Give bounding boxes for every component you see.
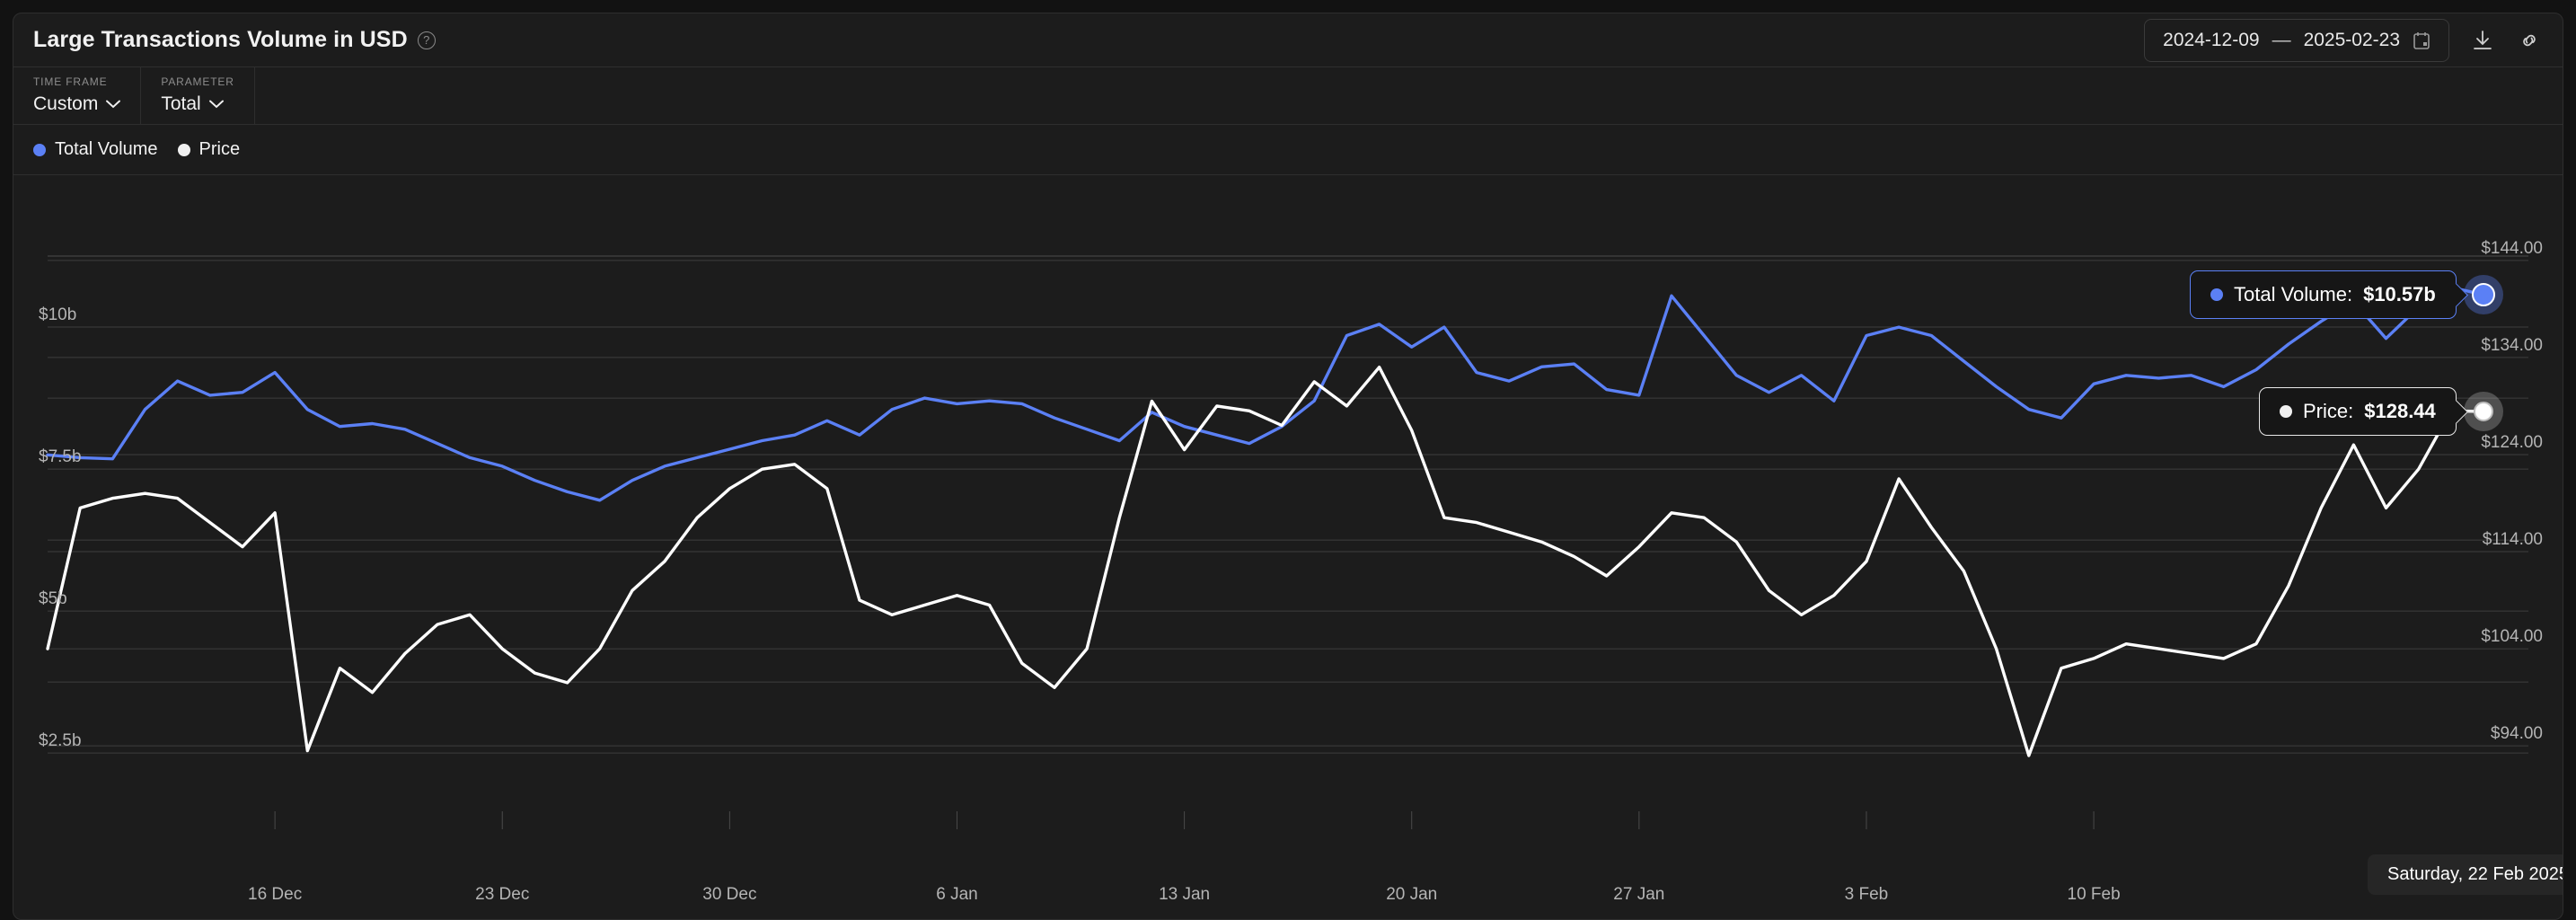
header-actions: 2024-12-09 — 2025-02-23 xyxy=(2144,18,2543,62)
tooltip-swatch-icon xyxy=(2210,288,2223,302)
controls-row: TIME FRAME Custom PARAMETER Total xyxy=(13,67,2563,125)
price-marker-core xyxy=(2474,401,2493,421)
x-axis-tick: 30 Dec xyxy=(702,885,757,904)
download-icon xyxy=(2471,29,2494,52)
page-title: Large Transactions Volume in USD xyxy=(33,27,408,52)
x-axis-tick: 23 Dec xyxy=(475,885,530,904)
price-data-point-marker xyxy=(2464,391,2503,431)
legend-item-price[interactable]: Price xyxy=(177,139,241,160)
control-parameter-value: Total xyxy=(161,93,201,114)
y-axis-right-tick: $104.00 xyxy=(2481,627,2543,647)
chart-legend: Total Volume Price xyxy=(13,125,2563,175)
x-axis-tick: 3 Feb xyxy=(1844,885,1889,904)
tooltip-price-value: $128.44 xyxy=(2364,399,2436,422)
y-axis-left-tick: $10b xyxy=(39,305,77,325)
tooltip-swatch-icon xyxy=(2280,404,2292,418)
y-axis-left-tick: $7.5b xyxy=(39,447,82,467)
y-axis-right-tick: $124.00 xyxy=(2481,432,2543,452)
legend-label-price: Price xyxy=(198,139,241,159)
control-time-frame-value-row: Custom xyxy=(33,93,121,115)
x-axis-tick: 20 Jan xyxy=(1386,885,1438,904)
chart-panel: Large Transactions Volume in USD ? 2024-… xyxy=(13,13,2563,920)
tooltip-total-volume: Total Volume: $10.57b xyxy=(2190,270,2457,320)
volume-marker-core xyxy=(2472,283,2495,307)
volume-data-point-marker xyxy=(2464,275,2503,315)
legend-label-total-volume: Total Volume xyxy=(55,139,158,159)
chart-series-lines xyxy=(46,286,2485,757)
x-axis-tick: 27 Jan xyxy=(1613,885,1665,904)
y-axis-right-tick: $114.00 xyxy=(2482,530,2543,550)
y-axis-right-tick: $94.00 xyxy=(2490,724,2543,744)
x-axis-tick: 13 Jan xyxy=(1159,885,1211,904)
copy-link-button[interactable] xyxy=(2516,27,2543,54)
x-axis-tick: 6 Jan xyxy=(936,885,978,904)
legend-swatch-icon xyxy=(177,143,190,156)
download-button[interactable] xyxy=(2469,27,2496,54)
tooltip-total-volume-value: $10.57b xyxy=(2363,283,2436,306)
panel-header: Large Transactions Volume in USD ? 2024-… xyxy=(13,13,2563,67)
y-axis-right-tick: $134.00 xyxy=(2481,335,2543,355)
x-axis-tick: 10 Feb xyxy=(2067,885,2121,904)
tooltip-total-volume-label: Total Volume: xyxy=(2234,283,2353,306)
link-icon xyxy=(2518,29,2541,52)
legend-swatch-icon xyxy=(33,143,46,156)
control-time-frame-value: Custom xyxy=(33,93,99,114)
date-range-picker[interactable]: 2024-12-09 — 2025-02-23 xyxy=(2144,18,2449,62)
question-mark-circle-icon[interactable]: ? xyxy=(417,31,436,49)
control-parameter-label: PARAMETER xyxy=(161,75,234,88)
control-time-frame-label: TIME FRAME xyxy=(33,75,108,88)
chart-plot-area[interactable]: $2.5b $5b $7.5b $10b $94.00 $104.00 $114.00 $1… xyxy=(13,175,2563,919)
date-range-to: 2025-02-23 xyxy=(2303,29,2400,50)
date-range-from: 2024-12-09 xyxy=(2163,29,2260,50)
y-axis-left-tick: $5b xyxy=(39,589,67,609)
control-time-frame[interactable]: TIME FRAME Custom xyxy=(13,67,142,124)
tooltip-date: Saturday, 22 Feb 2025 xyxy=(2368,854,2563,895)
control-parameter[interactable]: PARAMETER Total xyxy=(141,67,255,124)
y-axis-right-tick: $144.00 xyxy=(2481,238,2543,258)
chevron-down-icon xyxy=(106,100,121,109)
legend-item-total-volume[interactable]: Total Volume xyxy=(33,139,158,160)
tooltip-price-label: Price: xyxy=(2303,399,2354,422)
calendar-icon xyxy=(2413,31,2430,50)
y-axis-left-tick: $2.5b xyxy=(39,731,82,751)
chevron-down-icon xyxy=(208,100,224,109)
date-range-separator: — xyxy=(2272,29,2291,50)
chart-gridlines xyxy=(48,255,2528,829)
x-axis-tick: 16 Dec xyxy=(248,885,303,904)
control-parameter-value-row: Total xyxy=(161,93,234,115)
tooltip-price: Price: $128.44 xyxy=(2259,386,2457,436)
